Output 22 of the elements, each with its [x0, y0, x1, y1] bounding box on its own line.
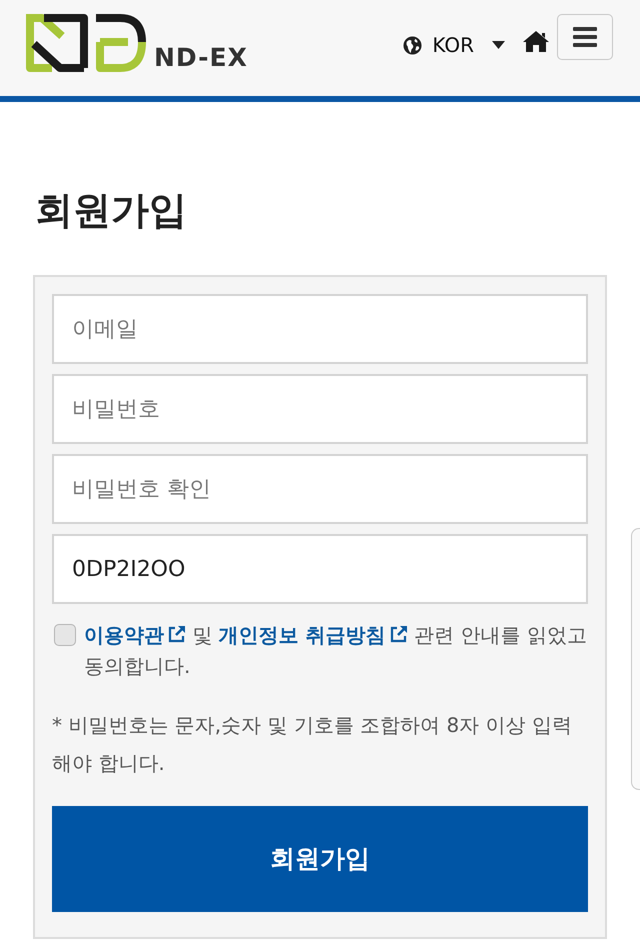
language-selector[interactable]: KOR	[403, 30, 505, 60]
input-field[interactable]: 0DP2I2OO	[52, 534, 588, 604]
menu-icon	[573, 27, 597, 47]
policy-link[interactable]: 이용약관	[84, 623, 186, 647]
agree-checkbox[interactable]	[54, 624, 76, 646]
external-link-icon	[388, 625, 408, 644]
edge-panel-handle[interactable]	[631, 528, 640, 790]
home-icon	[523, 30, 549, 52]
policy-link[interactable]: 개인정보 취급방침	[218, 623, 408, 647]
password-rule-note: * 비밀번호는 문자,숫자 및 기호를 조합하여 8자 이상 입력해야 합니다.	[52, 712, 573, 777]
signup-button[interactable]: 회원가입	[52, 806, 588, 912]
input-field[interactable]: 비밀번호 확인	[52, 454, 588, 524]
menu-button[interactable]	[557, 14, 613, 60]
home-button[interactable]	[523, 28, 549, 52]
page-title: 회원가입	[35, 187, 187, 233]
caret-icon	[492, 41, 505, 49]
brand-name[interactable]: ND-EX	[154, 41, 248, 75]
external-link-icon	[167, 625, 186, 644]
agreement-text: 이용약관 및 개인정보 취급방침 관련 안내를 읽었고 동의합니다.	[84, 622, 588, 680]
input-field[interactable]: 이메일	[52, 294, 588, 364]
input-field[interactable]: 비밀번호	[52, 374, 588, 444]
globe-icon	[403, 36, 422, 54]
